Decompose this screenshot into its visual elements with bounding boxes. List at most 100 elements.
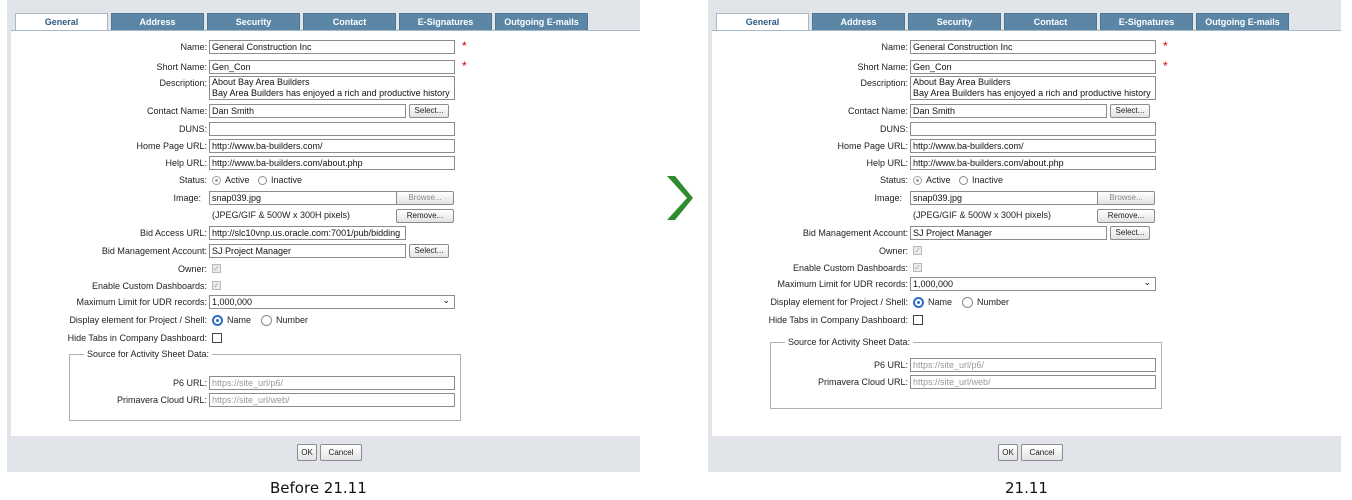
p6-url-label: P6 URL: (172, 378, 207, 388)
tab-bar: General Address Security Contact E-Signa… (716, 13, 1292, 30)
display-name-radio[interactable] (913, 297, 924, 308)
ok-button[interactable]: OK (998, 444, 1018, 461)
short-name-field[interactable]: Gen_Con (209, 60, 455, 74)
udr-label: Maximum Limit for UDR records: (777, 279, 908, 289)
tab-security[interactable]: Security (908, 13, 1001, 30)
tab-contact[interactable]: Contact (1004, 13, 1097, 30)
display-name-label: Name (928, 297, 953, 307)
udr-select[interactable]: 1,000,000 ⌄ (209, 295, 455, 309)
status-active-radio[interactable] (913, 176, 922, 185)
name-field[interactable]: General Construction Inc (910, 40, 1156, 54)
tab-contact[interactable]: Contact (303, 13, 396, 30)
description-field[interactable]: About Bay Area Builders Bay Area Builder… (910, 76, 1156, 100)
tab-bar: General Address Security Contact E-Signa… (15, 13, 591, 30)
bid-account-select-button[interactable]: Select... (409, 244, 449, 258)
udr-label: Maximum Limit for UDR records: (76, 297, 207, 307)
tab-e-signatures[interactable]: E-Signatures (399, 13, 492, 30)
short-name-field[interactable]: Gen_Con (910, 60, 1156, 74)
bid-account-label: Bid Management Account: (802, 228, 908, 238)
custom-dashboards-label: Enable Custom Dashboards: (792, 263, 908, 273)
dialog-footer: OK Cancel (708, 436, 1341, 472)
contact-select-button[interactable]: Select... (409, 104, 449, 118)
tab-e-signatures[interactable]: E-Signatures (1100, 13, 1193, 30)
image-label: Image: (173, 193, 201, 203)
browse-button[interactable]: Browse... (1097, 191, 1155, 205)
display-name-label: Name (227, 315, 252, 325)
udr-select[interactable]: 1,000,000 ⌄ (910, 277, 1156, 291)
custom-dashboards-checkbox[interactable]: ✓ (212, 281, 221, 290)
status-inactive-label: Inactive (972, 175, 1004, 185)
bid-account-select-button[interactable]: Select... (1110, 226, 1150, 240)
display-number-label: Number (977, 297, 1010, 307)
hide-tabs-label: Hide Tabs in Company Dashboard: (67, 333, 207, 343)
home-url-field[interactable]: http://www.ba-builders.com/ (209, 139, 455, 153)
p6-url-field[interactable]: https://site_url/p6/ (910, 358, 1156, 372)
image-field[interactable]: snap039.jpg (910, 191, 1098, 205)
general-form: Name: General Construction Inc * Short N… (712, 30, 1341, 437)
remove-button[interactable]: Remove... (396, 209, 454, 223)
dialog-footer: OK Cancel (7, 436, 640, 472)
cancel-button[interactable]: Cancel (320, 444, 362, 461)
home-url-label: Home Page URL: (837, 141, 908, 151)
p6-url-field[interactable]: https://site_url/p6/ (209, 376, 455, 390)
tab-outgoing-emails[interactable]: Outgoing E-mails (495, 13, 588, 30)
tab-address[interactable]: Address (812, 13, 905, 30)
dialog-before: General Address Security Contact E-Signa… (7, 0, 640, 472)
contact-name-label: Contact Name: (146, 106, 207, 116)
cancel-button[interactable]: Cancel (1021, 444, 1063, 461)
hide-tabs-checkbox[interactable] (913, 315, 923, 325)
tab-outgoing-emails[interactable]: Outgoing E-mails (1196, 13, 1289, 30)
primavera-url-field[interactable]: https://site_url/web/ (910, 375, 1156, 389)
contact-name-field[interactable]: Dan Smith (209, 104, 406, 118)
duns-label: DUNS: (178, 124, 207, 134)
owner-checkbox[interactable]: ✓ (913, 246, 922, 255)
duns-field[interactable] (910, 122, 1156, 136)
short-name-label: Short Name: (156, 62, 207, 72)
image-hint: (JPEG/GIF & 500W x 300H pixels) (913, 210, 1052, 220)
custom-dashboards-checkbox[interactable]: ✓ (913, 263, 922, 272)
name-field[interactable]: General Construction Inc (209, 40, 455, 54)
required-marker: * (1163, 59, 1168, 73)
help-url-field[interactable]: http://www.ba-builders.com/about.php (910, 156, 1156, 170)
name-label: Name: (180, 42, 207, 52)
display-number-radio[interactable] (261, 315, 272, 326)
remove-button[interactable]: Remove... (1097, 209, 1155, 223)
ok-button[interactable]: OK (297, 444, 317, 461)
udr-value: 1,000,000 (913, 279, 954, 289)
display-name-radio[interactable] (212, 315, 223, 326)
chevron-down-icon: ⌄ (442, 295, 450, 305)
hide-tabs-checkbox[interactable] (212, 333, 222, 343)
tab-general[interactable]: General (716, 13, 809, 30)
contact-name-field[interactable]: Dan Smith (910, 104, 1107, 118)
status-active-radio[interactable] (212, 176, 221, 185)
home-url-field[interactable]: http://www.ba-builders.com/ (910, 139, 1156, 153)
name-label: Name: (881, 42, 908, 52)
bid-account-field[interactable]: SJ Project Manager (209, 244, 406, 258)
required-marker: * (462, 59, 467, 73)
description-field[interactable]: About Bay Area Builders Bay Area Builder… (209, 76, 455, 100)
bid-url-field[interactable]: http://slc10vnp.us.oracle.com:7001/pub/b… (209, 226, 406, 240)
browse-button[interactable]: Browse... (396, 191, 454, 205)
owner-checkbox[interactable]: ✓ (212, 264, 221, 273)
hide-tabs-label: Hide Tabs in Company Dashboard: (768, 315, 908, 325)
status-inactive-radio[interactable] (959, 176, 968, 185)
description-line: About Bay Area Builders (913, 77, 1011, 87)
tab-address[interactable]: Address (111, 13, 204, 30)
tab-general[interactable]: General (15, 13, 108, 30)
contact-name-label: Contact Name: (847, 106, 908, 116)
caption-after: 21.11 (1005, 479, 1048, 497)
display-element-label: Display element for Project / Shell: (770, 297, 908, 307)
bid-account-field[interactable]: SJ Project Manager (910, 226, 1107, 240)
short-name-label: Short Name: (857, 62, 908, 72)
help-url-field[interactable]: http://www.ba-builders.com/about.php (209, 156, 455, 170)
duns-field[interactable] (209, 122, 455, 136)
required-marker: * (1163, 39, 1168, 53)
dialog-after: General Address Security Contact E-Signa… (708, 0, 1341, 472)
primavera-url-field[interactable]: https://site_url/web/ (209, 393, 455, 407)
status-inactive-radio[interactable] (258, 176, 267, 185)
contact-select-button[interactable]: Select... (1110, 104, 1150, 118)
p6-url-label: P6 URL: (873, 360, 908, 370)
image-field[interactable]: snap039.jpg (209, 191, 397, 205)
tab-security[interactable]: Security (207, 13, 300, 30)
display-number-radio[interactable] (962, 297, 973, 308)
